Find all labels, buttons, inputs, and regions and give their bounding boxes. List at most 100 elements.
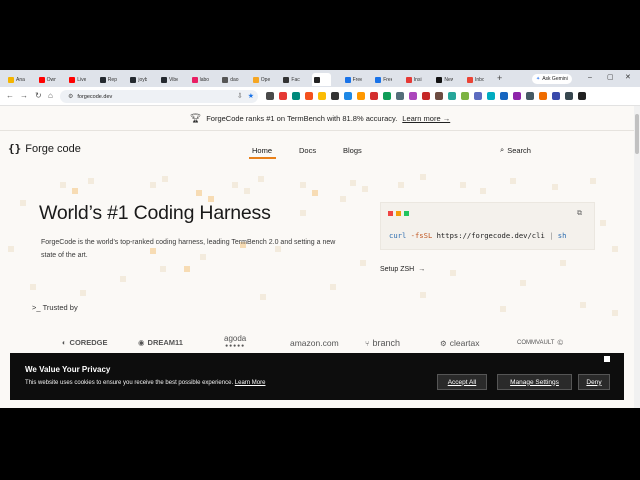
green-dot-icon: [404, 211, 409, 216]
extension-icon[interactable]: [357, 92, 365, 100]
browser-tab[interactable]: Vibe: [159, 73, 178, 86]
setup-zsh-link[interactable]: Setup ZSH →: [380, 266, 425, 273]
extension-icon[interactable]: [305, 92, 313, 100]
extension-icon[interactable]: [435, 92, 443, 100]
browser-tab[interactable]: [312, 73, 331, 86]
github-icon: [130, 76, 137, 83]
ask-gemini-button[interactable]: ✦ Ask Gemini: [532, 74, 572, 84]
cookie-learn-more-link[interactable]: Learn More: [235, 380, 266, 386]
browser-tab[interactable]: Insi: [404, 73, 423, 86]
extension-icon[interactable]: [461, 92, 469, 100]
browser-tab[interactable]: Inbo: [465, 73, 484, 86]
hero-title: World’s #1 Coding Harness: [39, 202, 271, 224]
close-icon[interactable]: [604, 356, 610, 362]
extension-icon[interactable]: [539, 92, 547, 100]
pixel-decoration: [450, 270, 456, 276]
copy-icon[interactable]: ⧉: [577, 210, 582, 218]
deny-button[interactable]: Deny: [578, 374, 610, 390]
browser-tab[interactable]: Free: [373, 73, 392, 86]
minimize-icon[interactable]: –: [588, 74, 592, 82]
browser-tab[interactable]: Rep: [98, 73, 117, 86]
extension-icon[interactable]: [487, 92, 495, 100]
extension-icon[interactable]: [552, 92, 560, 100]
learn-more-link[interactable]: Learn more →: [402, 114, 450, 123]
scrollbar-thumb[interactable]: [635, 114, 639, 154]
screen: Anal Own Live Rep joyb Vibe labo dao Ope Fact Free…: [0, 0, 640, 480]
terminal-prompt-icon: >_: [32, 303, 41, 312]
yellow-dot-icon: [396, 211, 401, 216]
brand-commvault: COMMVAULT ©: [517, 338, 563, 347]
extension-icon[interactable]: [383, 92, 391, 100]
search-button[interactable]: ⌕ Search: [500, 145, 531, 155]
pixel-decoration: [260, 294, 266, 300]
url-text: forgecode.dev: [77, 93, 113, 100]
site-info-icon[interactable]: ⚙: [68, 93, 73, 100]
browser-tab[interactable]: Free: [343, 73, 362, 86]
extension-icon[interactable]: [396, 92, 404, 100]
pixel-decoration: [600, 220, 606, 226]
command-token: sh: [553, 231, 567, 240]
nav-docs-link[interactable]: Docs: [299, 146, 316, 155]
browser-tab[interactable]: dao: [220, 73, 239, 86]
browser-tab[interactable]: Fact: [281, 73, 300, 86]
bookmark-star-icon[interactable]: ★: [248, 92, 254, 101]
pixel-decoration: [300, 182, 306, 188]
extension-icon[interactable]: [578, 92, 586, 100]
extension-icon[interactable]: [448, 92, 456, 100]
browser-tab[interactable]: Own: [37, 73, 56, 86]
brand-agoda: agoda ●●●●●: [224, 334, 246, 349]
extension-icon[interactable]: [513, 92, 521, 100]
extension-icon[interactable]: [292, 92, 300, 100]
new-tab-button[interactable]: +: [497, 74, 502, 83]
arrow-right-icon: →: [418, 266, 426, 273]
extension-icon[interactable]: [422, 92, 430, 100]
pixel-decoration: [162, 176, 168, 182]
extension-icon[interactable]: [279, 92, 287, 100]
forward-icon[interactable]: →: [20, 91, 28, 101]
brand-logos: ◐ COREDGE ◉ DREAM11 agoda ●●●●● amazon.com …: [0, 334, 640, 355]
command-token: -fsSL: [406, 231, 433, 240]
active-nav-indicator: [249, 157, 276, 159]
agoda-dots-icon: ●●●●●: [225, 343, 246, 349]
coredge-mark-icon: ◐: [62, 338, 67, 347]
extension-icon[interactable]: [565, 92, 573, 100]
github-icon: [161, 76, 167, 83]
extension-icon[interactable]: [526, 92, 534, 100]
red-dot-icon: [388, 211, 393, 216]
maximize-icon[interactable]: ▢: [607, 74, 614, 82]
page-icon: [222, 76, 229, 83]
extension-icon[interactable]: [331, 92, 339, 100]
browser-tab[interactable]: New: [434, 73, 453, 86]
extension-icon[interactable]: [500, 92, 508, 100]
accept-all-button[interactable]: Accept All: [437, 374, 487, 390]
extension-icon[interactable]: [318, 92, 326, 100]
extension-icon[interactable]: [474, 92, 482, 100]
pixel-decoration: [510, 178, 516, 184]
brand-name: cleartax: [449, 338, 480, 348]
back-icon[interactable]: ←: [6, 91, 14, 101]
address-bar[interactable]: ⚙ forgecode.dev ⇩ ★: [60, 90, 258, 103]
browser-tab[interactable]: Anal: [6, 73, 25, 86]
nav-blogs-link[interactable]: Blogs: [343, 146, 362, 155]
nav-home-link[interactable]: Home: [252, 146, 272, 155]
reload-icon[interactable]: ↻: [35, 91, 42, 101]
github-icon: [99, 76, 106, 83]
forgecode-logo[interactable]: {} Forge code: [8, 142, 81, 155]
tab-label: New: [444, 76, 454, 83]
extension-icon[interactable]: [266, 92, 274, 100]
browser-tab[interactable]: labo: [190, 73, 209, 86]
browser-tab[interactable]: Ope: [251, 73, 270, 86]
extension-icon[interactable]: [344, 92, 352, 100]
page-scrollbar[interactable]: [634, 106, 640, 408]
home-icon[interactable]: ⌂: [48, 91, 53, 101]
install-app-icon[interactable]: ⇩: [237, 92, 243, 101]
pixel-decoration: [340, 196, 346, 202]
tab-label: Insi: [413, 76, 422, 83]
browser-tab[interactable]: joyb: [128, 73, 147, 86]
close-window-icon[interactable]: ✕: [625, 74, 631, 82]
browser-tab[interactable]: Live: [67, 73, 86, 86]
extension-icon[interactable]: [370, 92, 378, 100]
manage-settings-button[interactable]: Manage Settings: [497, 374, 572, 390]
extension-icon[interactable]: [409, 92, 417, 100]
install-command[interactable]: curl -fsSL https://forgecode.dev/cli | s…: [389, 231, 566, 240]
